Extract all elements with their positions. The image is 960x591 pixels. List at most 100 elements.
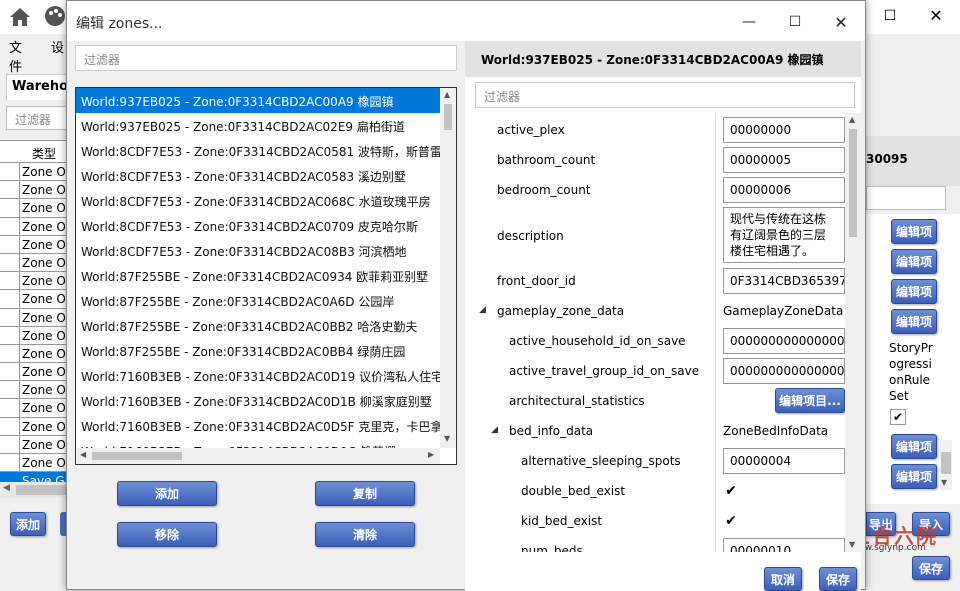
row-selector[interactable] xyxy=(0,417,20,435)
home-icon[interactable] xyxy=(9,7,31,27)
collapse-triangle-icon[interactable]: ◢ xyxy=(491,425,498,435)
row-selector[interactable] xyxy=(0,181,20,199)
scroll-up-icon[interactable]: ▲ xyxy=(849,115,855,124)
close-icon[interactable]: ✕ xyxy=(821,11,861,33)
zone-list-hscroll[interactable]: ◀ ▶ xyxy=(76,448,440,464)
table-row[interactable]: Zone O xyxy=(0,272,68,291)
alternative-sleeping-spots-input[interactable]: 00000004 xyxy=(723,448,845,474)
add-zone-button[interactable]: 添加 xyxy=(117,481,217,506)
zone-list-item[interactable]: World:87F255BE - Zone:0F3314CBD2AC0934 欧… xyxy=(76,263,456,288)
zone-list-item[interactable]: World:7160B3EB - Zone:0F3314CBD2AC0D19 议… xyxy=(76,363,456,388)
table-row[interactable]: Zone O xyxy=(0,199,68,218)
row-selector[interactable] xyxy=(0,435,20,453)
main-close-icon[interactable]: ✕ xyxy=(916,6,956,26)
row-selector[interactable] xyxy=(0,253,20,272)
description-textarea[interactable]: 现代与传统在这栋 有辽阔景色的三层 楼住宅相遇了。 xyxy=(723,207,845,263)
row-selector[interactable] xyxy=(0,381,20,399)
edit-item-button-2[interactable]: 编辑项 xyxy=(891,249,937,274)
save-button[interactable]: 保存 xyxy=(819,567,857,591)
property-scroll-thumb[interactable] xyxy=(849,129,857,237)
story-progression-checkbox[interactable]: ✔ xyxy=(890,409,906,425)
row-selector[interactable] xyxy=(0,163,20,181)
table-row[interactable]: Zone O xyxy=(0,363,68,382)
row-selector[interactable] xyxy=(0,326,20,344)
main-table-hscroll[interactable]: ◀ xyxy=(0,482,68,498)
main-add-button[interactable]: 添加 xyxy=(10,512,46,536)
edit-item-button-5[interactable]: 编辑项 xyxy=(891,434,937,459)
scroll-down-icon[interactable]: ▼ xyxy=(849,540,855,549)
zone-list-item[interactable]: World:8CDF7E53 - Zone:0F3314CBD2AC068C 水… xyxy=(76,188,456,213)
table-row[interactable]: Zone O xyxy=(0,435,68,454)
remove-zone-button[interactable]: 移除 xyxy=(117,522,217,547)
table-row[interactable]: Zone O xyxy=(0,163,68,182)
table-row[interactable]: Zone O xyxy=(0,417,68,436)
table-row[interactable]: Zone O xyxy=(0,344,68,364)
table-row[interactable]: Zone O xyxy=(0,181,68,200)
zone-list-item[interactable]: World:7160B3EB - Zone:0F3314CBD2AC0D5F 克… xyxy=(76,413,456,438)
table-row[interactable]: Zone O xyxy=(0,235,68,254)
zone-list-item[interactable]: World:8CDF7E53 - Zone:0F3314CBD2AC0709 皮… xyxy=(76,213,456,238)
kid-bed-exist-checkbox[interactable]: ✔ xyxy=(723,513,739,529)
zone-list-item[interactable]: World:937EB025 - Zone:0F3314CBD2AC02E9 扁… xyxy=(76,113,456,138)
table-row[interactable]: Zone O xyxy=(0,308,68,327)
row-selector[interactable] xyxy=(0,454,20,472)
row-selector[interactable] xyxy=(0,199,20,217)
zone-list-item[interactable]: World:8CDF7E53 - Zone:0F3314CBD2AC0583 溪… xyxy=(76,163,456,188)
maximize-icon[interactable]: ☐ xyxy=(775,11,815,33)
minimize-icon[interactable]: — xyxy=(729,11,769,33)
scroll-right-icon[interactable]: ▶ xyxy=(428,450,434,459)
tab-warehouse[interactable]: Warehou xyxy=(6,74,68,100)
scroll-up-icon[interactable]: ▲ xyxy=(444,90,450,99)
right-scroll-thumb[interactable] xyxy=(941,452,951,474)
table-row[interactable]: Zone O xyxy=(0,399,68,418)
row-selector[interactable] xyxy=(0,308,20,326)
bathroom-count-input[interactable]: 00000005 xyxy=(723,147,845,173)
zone-list-item[interactable]: World:87F255BE - Zone:0F3314CBD2AC0BB2 哈… xyxy=(76,313,456,338)
scroll-left-icon[interactable]: ◀ xyxy=(3,483,10,493)
row-selector[interactable] xyxy=(0,217,20,235)
front-door-id-input[interactable]: 0F3314CBD365397F xyxy=(723,268,845,294)
copy-zone-button[interactable]: 复制 xyxy=(315,481,415,506)
table-row[interactable]: Zone O xyxy=(0,290,68,309)
edit-item-button-4[interactable]: 编辑项 xyxy=(891,309,937,334)
column-type-header[interactable]: 类型 xyxy=(32,145,56,162)
row-selector[interactable] xyxy=(0,363,20,381)
table-row[interactable]: Zone O xyxy=(0,326,68,345)
active-plex-input[interactable]: 00000000 xyxy=(723,117,845,143)
edit-item-button-6[interactable]: 编辑项 xyxy=(891,464,937,489)
palette-icon[interactable] xyxy=(44,5,66,27)
property-filter-input[interactable]: 过滤器 xyxy=(475,82,855,108)
main-maximize-icon[interactable]: ☐ xyxy=(870,8,910,26)
zone-list-item[interactable]: World:7160B3EB - Zone:0F3314CBD2AC0D1B 柳… xyxy=(76,388,456,413)
main-filter-input[interactable]: 过滤器 xyxy=(6,106,68,130)
active-travel-group-id-input[interactable]: 0000000000000000 xyxy=(723,358,845,384)
zone-list-item[interactable]: World:8CDF7E53 - Zone:0F3314CBD2AC08B3 河… xyxy=(76,238,456,263)
bedroom-count-input[interactable]: 00000006 xyxy=(723,177,845,203)
zone-list-item[interactable]: World:8CDF7E53 - Zone:0F3314CBD2AC0581 波… xyxy=(76,138,456,163)
scroll-left-icon[interactable]: ◀ xyxy=(80,450,86,459)
zone-list-item[interactable]: World:87F255BE - Zone:0F3314CBD2AC0A6D 公… xyxy=(76,288,456,313)
scroll-thumb[interactable] xyxy=(16,485,66,495)
table-row[interactable]: Zone O xyxy=(0,381,68,400)
row-selector[interactable] xyxy=(0,235,20,253)
table-row[interactable]: Zone O xyxy=(0,454,68,473)
row-selector[interactable] xyxy=(0,290,20,308)
edit-item-button-1[interactable]: 编辑项 xyxy=(891,219,937,244)
scroll-down-icon[interactable]: ▼ xyxy=(444,434,450,443)
edit-item-button-3[interactable]: 编辑项 xyxy=(891,279,937,304)
num-beds-input[interactable]: 00000010 xyxy=(723,538,845,552)
zone-filter-input[interactable]: 过滤器 xyxy=(75,45,457,71)
zone-list-hthumb[interactable] xyxy=(92,452,182,460)
edit-items-button[interactable]: 编辑项目... xyxy=(775,388,845,413)
table-row[interactable]: Zone O xyxy=(0,253,68,273)
main-save-button[interactable]: 保存 xyxy=(912,556,950,580)
double-bed-exist-checkbox[interactable]: ✔ xyxy=(723,483,739,499)
active-household-id-input[interactable]: 0000000000000001 xyxy=(723,328,845,354)
zone-list-item[interactable]: World:87F255BE - Zone:0F3314CBD2AC0BB4 绿… xyxy=(76,338,456,363)
menu-settings[interactable]: 设 xyxy=(51,37,64,56)
zone-list-vscroll[interactable]: ▲ ▼ xyxy=(440,88,456,448)
menu-file[interactable]: 文件 xyxy=(9,37,22,75)
right-filter-input[interactable] xyxy=(866,186,946,210)
clear-zones-button[interactable]: 清除 xyxy=(315,522,415,547)
zone-list-thumb[interactable] xyxy=(444,104,452,130)
